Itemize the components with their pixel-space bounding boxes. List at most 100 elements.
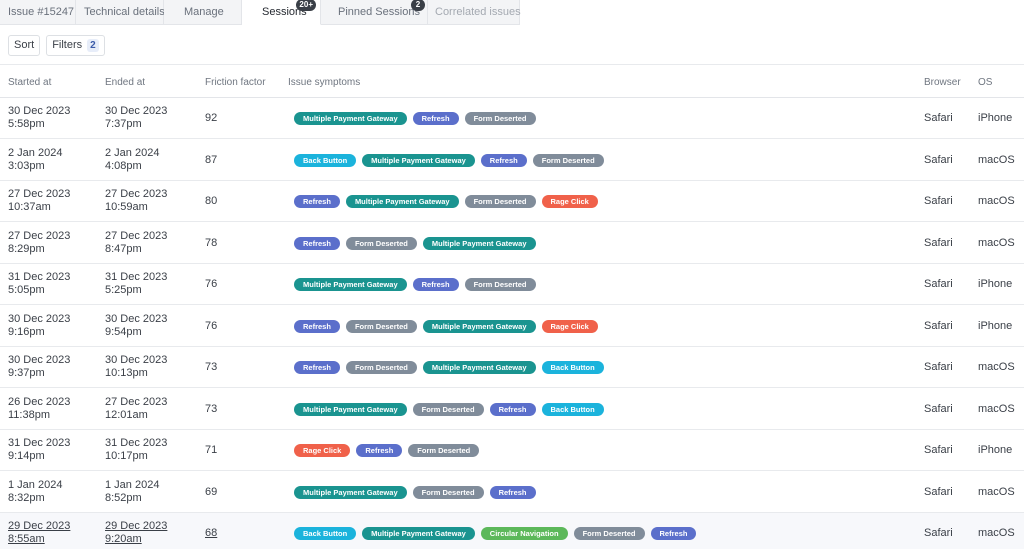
ended-at-cell: 27 Dec 2023 10:59am — [105, 188, 167, 214]
started-at-cell: 30 Dec 2023 5:58pm — [8, 105, 70, 131]
table-row[interactable]: 2 Jan 2024 3:03pm 2 Jan 2024 4:08pm 87 Back B… — [0, 140, 1024, 181]
symptom-tag[interactable]: Back Button — [541, 361, 604, 374]
symptom-tag[interactable]: Form Deserted — [408, 444, 480, 457]
symptom-tag[interactable]: Form Deserted — [464, 112, 536, 125]
symptom-tag[interactable]: Multiple Payment Gateway — [422, 236, 536, 250]
os-cell: macOS — [978, 153, 1015, 166]
symptom-tag[interactable]: Refresh — [489, 485, 536, 499]
os-cell: iPhone — [978, 278, 1013, 290]
symptom-tag[interactable]: Multiple Payment Gateway — [294, 485, 407, 499]
column-header-os[interactable]: OS — [978, 77, 992, 88]
count-badge: 20+ — [296, 0, 316, 11]
symptom-tag[interactable]: Refresh — [356, 444, 403, 457]
table-row[interactable]: 27 Dec 2023 8:29pm 27 Dec 2023 8:47pm 78 Refr… — [0, 223, 1024, 264]
tab-label: Correlated issues — [435, 6, 521, 18]
os-cell: macOS — [978, 236, 1015, 249]
symptom-tag[interactable]: Form Deserted — [345, 319, 417, 333]
issue-symptoms-cell: Back Button Multiple Payment Gateway Refre… — [294, 153, 604, 167]
table-row[interactable]: 30 Dec 2023 9:16pm 30 Dec 2023 9:54pm 76 Refr… — [0, 306, 1024, 347]
ended-at-cell: 30 Dec 2023 9:54pm — [105, 313, 167, 339]
symptom-tag[interactable]: Back Button — [294, 153, 357, 167]
symptom-tag[interactable]: Rage Click — [541, 319, 598, 333]
symptom-tag[interactable]: Rage Click — [294, 444, 351, 457]
tab-correlated-issues[interactable]: Correlated issues — [428, 0, 521, 25]
issue-symptoms-cell: Multiple Payment Gateway Refresh Form Dese… — [294, 112, 536, 125]
started-at-cell: 29 Dec 2023 8:55am — [8, 520, 70, 546]
end-date: 29 Dec 2023 — [105, 520, 168, 532]
symptom-tag[interactable]: Refresh — [412, 112, 459, 125]
table-row[interactable]: 31 Dec 2023 5:05pm 31 Dec 2023 5:25pm 76 Mult… — [0, 264, 1024, 305]
start-date: 31 Dec 2023 — [8, 437, 71, 449]
symptom-tag[interactable]: Refresh — [650, 527, 697, 540]
start-time: 8:29pm — [8, 242, 45, 255]
table-row[interactable]: 29 Dec 2023 8:55am 29 Dec 2023 9:20am 68 Back… — [0, 513, 1024, 549]
symptom-tag[interactable]: Refresh — [294, 195, 340, 208]
end-date: 30 Dec 2023 — [105, 312, 168, 325]
symptom-tag[interactable]: Refresh — [480, 153, 527, 167]
symptom-tag[interactable]: Multiple Payment Gateway — [362, 527, 475, 540]
start-date: 29 Dec 2023 — [8, 520, 71, 532]
symptom-tag[interactable]: Back Button — [294, 527, 357, 540]
column-header-browser[interactable]: Browser — [924, 77, 961, 88]
symptom-tag[interactable]: Multiple Payment Gateway — [345, 195, 459, 208]
start-date: 30 Dec 2023 — [8, 105, 71, 117]
column-header-symptoms[interactable]: Issue symptoms — [288, 77, 360, 88]
symptom-tag[interactable]: Form Deserted — [412, 402, 484, 416]
symptom-tag[interactable]: Refresh — [489, 402, 536, 416]
symptom-tag[interactable]: Refresh — [294, 361, 340, 374]
filters-button[interactable]: Filters 2 — [46, 35, 105, 56]
symptom-tag[interactable]: Form Deserted — [345, 361, 417, 374]
started-at-cell: 26 Dec 2023 11:38pm — [8, 396, 70, 422]
friction-factor-cell: 87 — [205, 153, 218, 166]
friction-factor-cell: 73 — [205, 361, 218, 373]
symptom-tag[interactable]: Form Deserted — [412, 485, 484, 499]
start-date: 27 Dec 2023 — [8, 229, 71, 242]
browser-cell: Safari — [924, 236, 953, 249]
symptom-tag[interactable]: Refresh — [294, 236, 340, 250]
end-time: 8:52pm — [105, 491, 142, 504]
start-time: 10:37am — [8, 201, 51, 213]
symptom-tag[interactable]: Multiple Payment Gateway — [362, 153, 475, 167]
issue-symptoms-cell: Refresh Form Deserted Multiple Payment Gat… — [294, 361, 604, 374]
table-row[interactable]: 27 Dec 2023 10:37am 27 Dec 2023 10:59am 80 Re… — [0, 181, 1024, 222]
symptom-tag[interactable]: Form Deserted — [532, 153, 604, 167]
sort-button[interactable]: Sort — [8, 35, 41, 56]
table-row[interactable]: 26 Dec 2023 11:38pm 27 Dec 2023 12:01am 73 Mu… — [0, 389, 1024, 430]
os-cell: macOS — [978, 195, 1015, 207]
tab-label: Issue #15247 — [8, 6, 75, 18]
symptom-tag[interactable]: Circular Navigation — [480, 527, 568, 540]
symptom-tag[interactable]: Form Deserted — [464, 278, 536, 291]
tab-manage[interactable]: Manage — [164, 0, 242, 25]
symptom-tag[interactable]: Form Deserted — [345, 236, 417, 250]
symptom-tag[interactable]: Multiple Payment Gateway — [294, 112, 407, 125]
column-header-started[interactable]: Started at — [8, 77, 51, 88]
symptom-tag[interactable]: Form Deserted — [464, 195, 536, 208]
symptom-tag[interactable]: Multiple Payment Gateway — [294, 402, 407, 416]
table-row[interactable]: 30 Dec 2023 5:58pm 30 Dec 2023 7:37pm 92 Mult… — [0, 98, 1024, 139]
issue-symptoms-cell: Multiple Payment Gateway Form Deserted Ref… — [294, 485, 536, 499]
symptom-tag[interactable]: Form Deserted — [573, 527, 645, 540]
browser-cell: Safari — [924, 527, 953, 539]
tab-pinned-sessions[interactable]: Pinned Sessions 2 — [321, 0, 428, 25]
symptom-tag[interactable]: Refresh — [412, 278, 459, 291]
tab-issue[interactable]: Issue #15247 — [0, 0, 76, 25]
symptom-tag[interactable]: Refresh — [294, 319, 340, 333]
symptom-tag[interactable]: Multiple Payment Gateway — [422, 361, 536, 374]
ended-at-cell: 30 Dec 2023 10:13pm — [105, 354, 167, 380]
os-cell: macOS — [978, 361, 1015, 373]
symptom-tag[interactable]: Multiple Payment Gateway — [422, 319, 536, 333]
symptom-tag[interactable]: Back Button — [541, 402, 604, 416]
table-row[interactable]: 1 Jan 2024 8:32pm 1 Jan 2024 8:52pm 69 Multip… — [0, 472, 1024, 513]
tab-bar: Issue #15247 Technical details Manage Se… — [0, 0, 521, 25]
symptom-tag[interactable]: Rage Click — [541, 195, 598, 208]
table-row[interactable]: 31 Dec 2023 9:14pm 31 Dec 2023 10:17pm 71 Rag… — [0, 430, 1024, 471]
tab-technical-details[interactable]: Technical details — [76, 0, 165, 25]
end-time: 10:59am — [105, 201, 148, 213]
start-time: 8:32pm — [8, 491, 45, 504]
table-row[interactable]: 30 Dec 2023 9:37pm 30 Dec 2023 10:13pm 73 Ref… — [0, 347, 1024, 388]
tab-sessions[interactable]: Sessions 20+ — [242, 0, 321, 25]
column-header-ended[interactable]: Ended at — [105, 77, 145, 88]
column-header-friction[interactable]: Friction factor — [205, 77, 266, 88]
symptom-tag[interactable]: Multiple Payment Gateway — [294, 278, 407, 291]
ended-at-cell: 27 Dec 2023 12:01am — [105, 396, 167, 422]
